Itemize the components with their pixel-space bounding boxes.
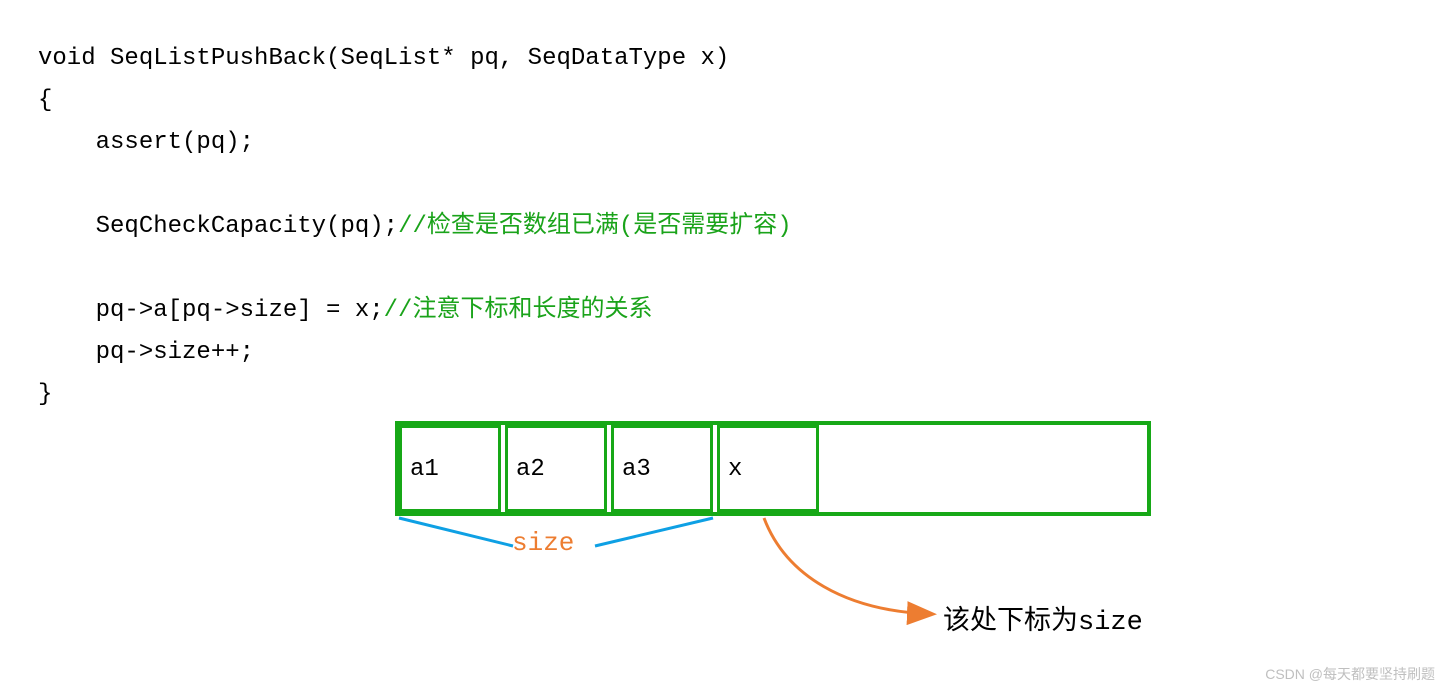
code-line: pq->size++;: [38, 339, 254, 366]
code-comment: //注意下标和长度的关系: [384, 297, 653, 324]
code-line: pq->a[pq->size] = x;: [38, 297, 384, 324]
code-block: void SeqListPushBack(SeqList* pq, SeqDat…: [38, 38, 792, 416]
code-line: {: [38, 87, 52, 114]
size-label: size: [512, 528, 574, 558]
code-line: }: [38, 381, 52, 408]
code-line: void SeqListPushBack(SeqList* pq, SeqDat…: [38, 45, 729, 72]
array-cell-a2: a2: [505, 425, 607, 512]
array-cell-a3: a3: [611, 425, 713, 512]
code-line: SeqCheckCapacity(pq);: [38, 213, 398, 240]
code-comment: //检查是否数组已满(是否需要扩容): [398, 213, 792, 240]
index-note: 该处下标为size: [943, 598, 1143, 638]
index-arrow: [756, 516, 956, 626]
array-cell-a1: a1: [399, 425, 501, 512]
code-line: assert(pq);: [38, 129, 254, 156]
watermark: CSDN @每天都要坚持刷题: [1265, 664, 1435, 684]
array-cell-x: x: [717, 425, 819, 512]
array-diagram: a1 a2 a3 x: [395, 421, 1151, 516]
